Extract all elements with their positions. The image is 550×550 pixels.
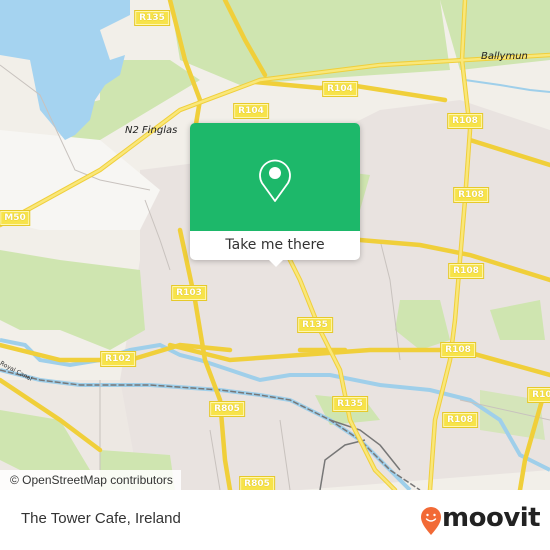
- card-header[interactable]: [190, 123, 360, 231]
- road-label-r108: R108: [527, 387, 550, 403]
- place-label-ballymun: Ballymun: [481, 51, 528, 62]
- stream: [464, 79, 550, 93]
- road-label-r805: R805: [239, 476, 275, 490]
- road-label-r104: R104: [322, 81, 358, 97]
- road-label-r108: R108: [448, 263, 484, 279]
- place-title: The Tower Cafe, Ireland: [21, 510, 181, 527]
- place-label-finglas: N2 Finglas: [125, 125, 178, 136]
- location-pin-icon: [259, 159, 291, 202]
- road-label-r103: R103: [171, 285, 207, 301]
- moovit-pin-icon: [421, 507, 441, 535]
- road-label-r108: R108: [447, 113, 483, 129]
- moovit-wordmark: moovit: [442, 503, 541, 533]
- road-label-r108: R108: [453, 187, 489, 203]
- road-label-r102: R102: [100, 351, 136, 367]
- card-pointer: [268, 259, 284, 267]
- road-label-r104: R104: [233, 103, 269, 119]
- road-label-r108: R108: [442, 412, 478, 428]
- map-attribution[interactable]: © OpenStreetMap contributors: [0, 470, 181, 490]
- road-label-r108: R108: [440, 342, 476, 358]
- road-label-m50: M50: [0, 210, 31, 226]
- road-label-r805: R805: [209, 401, 245, 417]
- road-label-r135: R135: [297, 317, 333, 333]
- road-label-r135: R135: [134, 10, 170, 26]
- road-label-r135: R135: [332, 396, 368, 412]
- destination-card[interactable]: Take me there: [190, 123, 360, 267]
- take-me-there-button[interactable]: Take me there: [190, 231, 360, 260]
